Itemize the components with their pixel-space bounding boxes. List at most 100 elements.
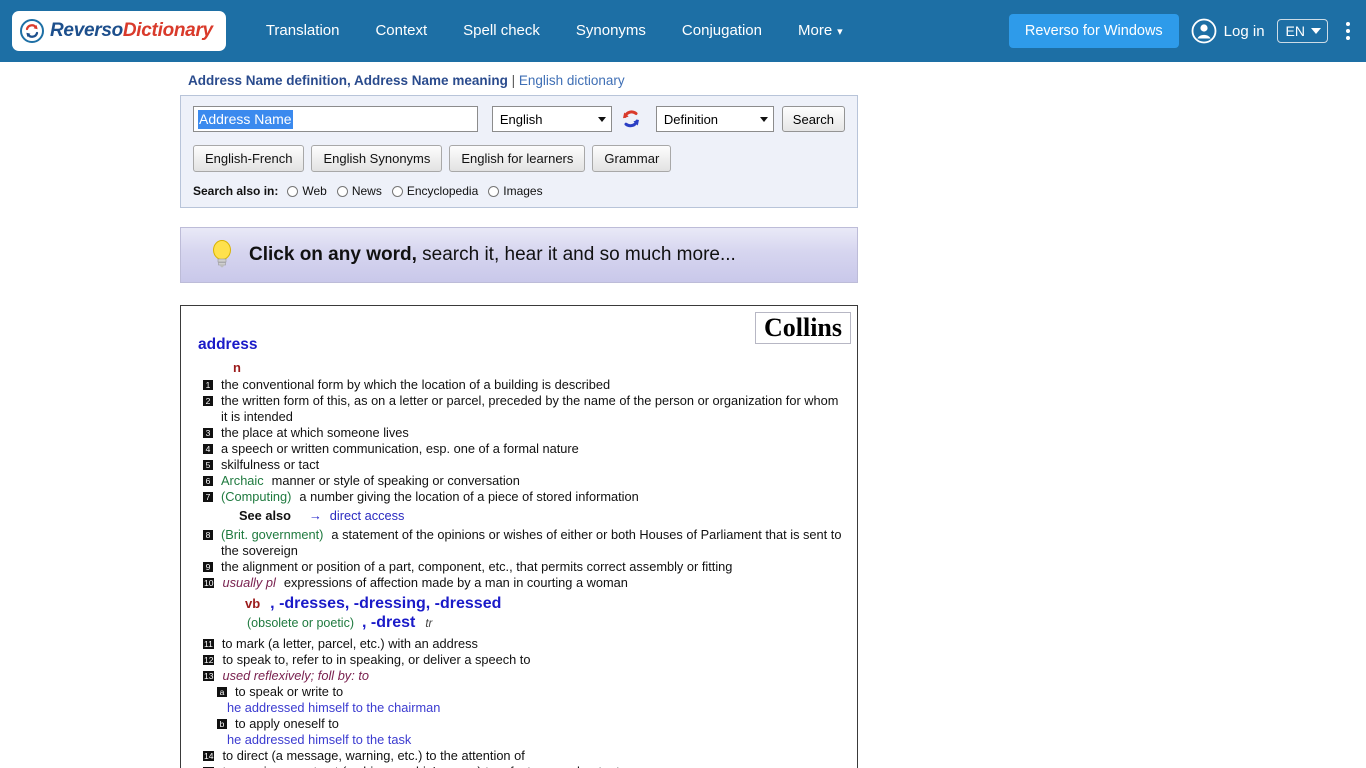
swap-arrows-icon[interactable] (620, 108, 642, 130)
reverso-for-windows-button[interactable]: Reverso for Windows (1008, 14, 1179, 48)
radio-button[interactable] (488, 185, 500, 197)
radio-button[interactable] (336, 185, 348, 197)
user-avatar-icon (1191, 18, 1217, 44)
content-column: Address Name definition, Address Name me… (180, 62, 860, 768)
search-also-in-row: Search also in: Web News Encyclopedia Im… (193, 184, 845, 198)
definition-number: 7 (203, 492, 213, 502)
usage-label: (Brit. government) (221, 527, 324, 542)
definition-item: 15 to consign or entrust (a ship or a sh… (195, 764, 843, 768)
radio-option-news[interactable]: News (336, 184, 382, 198)
promo-text-rest: search it, hear it and so much more... (416, 244, 736, 265)
radio-option-web[interactable]: Web (287, 184, 327, 198)
verb-variant-label: (obsolete or poetic) (247, 616, 355, 630)
nav-item-translation[interactable]: Translation (248, 0, 358, 62)
radio-button[interactable] (391, 185, 403, 197)
definition-item: 3 the place at which someone lives (195, 425, 843, 441)
radio-label: News (351, 184, 382, 198)
definition-item: 9 the alignment or position of a part, c… (195, 559, 843, 575)
dictionary-result-card: Collins address n 1 the conventional for… (180, 305, 858, 768)
nav-label: Translation (265, 22, 340, 39)
nav-label: Conjugation (681, 22, 762, 39)
definition-sub-item: b to apply oneself to (195, 716, 843, 732)
definition-text: the place at which someone lives (221, 425, 409, 440)
definition-number: 10 (203, 578, 215, 588)
nav-item-synonyms[interactable]: Synonyms (558, 0, 664, 62)
definition-number: 5 (203, 460, 213, 470)
nav-item-context[interactable]: Context (357, 0, 445, 62)
page-title-separator: | (507, 73, 519, 88)
search-input[interactable]: Address Name (193, 106, 478, 132)
definition-number: 13 (203, 671, 215, 681)
quick-link-english-for-learners[interactable]: English for learners (449, 145, 586, 172)
usage-label: (Computing) (221, 489, 292, 504)
page-title-main: Address Name definition, Address Name me… (188, 73, 508, 88)
logo-text-dictionary: Dictionary (122, 20, 213, 41)
nav-label: Context (375, 22, 428, 39)
source-language-dropdown[interactable]: English (491, 106, 612, 132)
search-type-dropdown[interactable]: Definition (655, 106, 774, 132)
nav-item-more[interactable]: More ▾ (780, 0, 861, 63)
page-body: Address Name definition, Address Name me… (0, 62, 1366, 768)
definition-item: 7 (Computing) a number giving the locatio… (195, 489, 843, 505)
quick-link-english-synonyms[interactable]: English Synonyms (311, 145, 443, 172)
collins-source-badge: Collins (754, 312, 851, 345)
definition-item: 13 used reflexively; foll by: to (195, 668, 843, 684)
search-panel: Address Name English Definition Search E… (180, 95, 858, 208)
chevron-down-icon (1311, 28, 1321, 34)
definition-number: 9 (203, 562, 213, 572)
radio-option-images[interactable]: Images (488, 184, 543, 198)
definition-text: expressions of affection made by a man i… (283, 575, 628, 590)
quick-link-grammar[interactable]: Grammar (592, 145, 672, 172)
definition-text: the conventional form by which the locat… (221, 377, 611, 392)
reverso-dictionary-logo[interactable]: ReversoDictionary (12, 11, 226, 51)
definition-text: to speak to, refer to in speaking, or de… (222, 652, 531, 667)
usage-label: usually pl (222, 575, 276, 590)
radio-label: Encyclopedia (406, 184, 479, 198)
search-type-value: Definition (663, 111, 719, 127)
search-row-primary: Address Name English Definition Search (193, 106, 845, 132)
definition-number: a (217, 687, 227, 697)
definition-list: 1 the conventional form by which the loc… (181, 377, 857, 768)
definition-text: a number giving the location of a piece … (299, 489, 639, 504)
definition-text: to mark (a letter, parcel, etc.) with an… (221, 636, 478, 651)
definition-text: to speak or write to (235, 684, 344, 699)
definition-text: to direct (a message, warning, etc.) to … (222, 748, 525, 763)
radio-button[interactable] (287, 185, 299, 197)
definition-item: 4 a speech or written communication, esp… (195, 441, 843, 457)
search-also-in-label: Search also in: (193, 184, 279, 198)
part-of-speech-verb: vb (245, 596, 261, 611)
search-button[interactable]: Search (781, 106, 845, 132)
language-value: EN (1285, 23, 1305, 39)
chevron-down-icon (597, 116, 606, 122)
chevron-down-icon: ▾ (837, 25, 843, 38)
definition-item: 11 to mark (a letter, parcel, etc.) with… (195, 636, 843, 652)
login-button[interactable]: Log in (1191, 18, 1265, 44)
definition-item: 6 Archaic manner or style of speaking or … (195, 473, 843, 489)
kebab-menu-icon[interactable] (1340, 18, 1356, 44)
transitivity-label: tr (425, 618, 433, 630)
language-selector[interactable]: EN (1276, 19, 1328, 43)
part-of-speech-noun: n (233, 360, 241, 375)
radio-option-encyclopedia[interactable]: Encyclopedia (391, 184, 479, 198)
see-also-link[interactable]: direct access (330, 508, 405, 523)
page-title-subtitle: English dictionary (518, 73, 625, 88)
search-input-value: Address Name (198, 109, 293, 129)
definition-text: skilfulness or tact (221, 457, 320, 472)
main-nav-links: Translation Context Spell check Synonyms… (248, 0, 861, 63)
source-language-value: English (499, 111, 543, 127)
nav-label: Spell check (463, 22, 540, 39)
definition-text: a speech or written communication, esp. … (221, 441, 579, 456)
definition-number: 14 (203, 751, 215, 761)
definition-example: he addressed himself to the task (227, 732, 412, 747)
definition-item: 8 (Brit. government) a statement of the o… (195, 527, 843, 559)
logo-text-reverso: Reverso (50, 20, 123, 41)
part-of-speech-verb-row: vb , -dresses, -dressing, -dressed (195, 591, 843, 612)
reverso-swirl-icon (20, 19, 44, 43)
verb-variant-row: (obsolete or poetic) , -drest tr (195, 612, 843, 636)
chevron-down-icon (759, 116, 768, 122)
quick-link-english-french[interactable]: English-French (193, 145, 305, 172)
definition-text: to consign or entrust (a ship or a ship'… (222, 764, 843, 768)
nav-item-conjugation[interactable]: Conjugation (664, 0, 780, 62)
nav-item-spell-check[interactable]: Spell check (445, 0, 558, 62)
definition-number: 11 (203, 639, 214, 649)
